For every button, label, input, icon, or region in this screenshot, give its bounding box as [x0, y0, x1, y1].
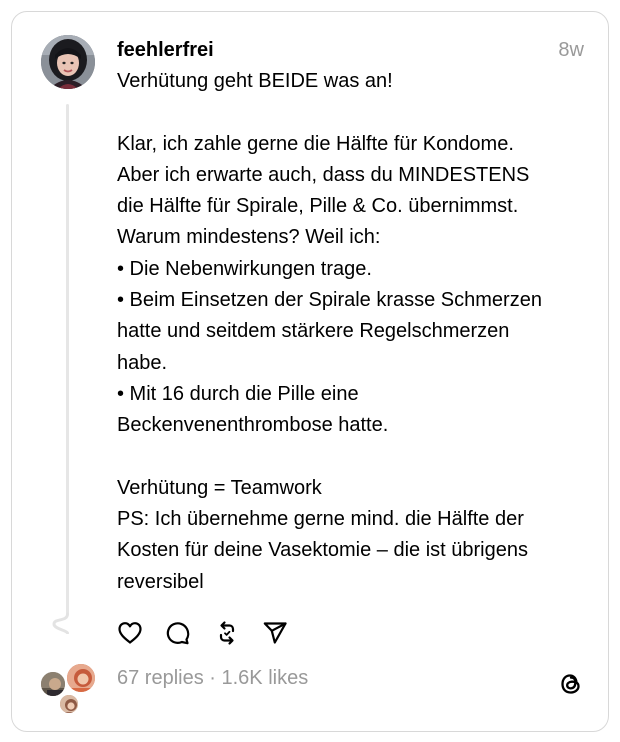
post-stats[interactable]: 67 replies · 1.6K likes — [117, 665, 308, 691]
post-line: Beckenvenenthrombose hatte. — [117, 414, 389, 437]
post-line: Kosten für deine Vasektomie – die ist üb… — [117, 539, 528, 562]
post-line: PS: Ich übernehme gerne mind. die Hälfte… — [117, 508, 524, 531]
post-line: Warum mindestens? Weil ich: — [117, 226, 381, 249]
post-line: • Mit 16 durch die Pille eine — [117, 382, 359, 405]
thread-loop-icon — [52, 612, 69, 634]
threads-logo-icon[interactable] — [557, 670, 585, 698]
post-line: die Hälfte für Spirale, Pille & Co. über… — [117, 195, 519, 218]
thread-line — [66, 104, 69, 614]
comment-icon[interactable] — [165, 620, 191, 646]
post-line: Klar, ich zahle gerne die Hälfte für Kon… — [117, 132, 514, 155]
post-line: habe. — [117, 351, 168, 374]
post-line: Verhütung = Teamwork — [117, 476, 322, 499]
post-line: Aber ich erwarte auch, dass du MINDESTEN… — [117, 163, 530, 186]
author-username[interactable]: feehlerfrei — [117, 38, 214, 62]
post-time[interactable]: 8w — [558, 38, 584, 62]
post-line-blank — [117, 442, 592, 473]
repost-icon[interactable] — [214, 620, 240, 646]
send-icon[interactable] — [262, 620, 288, 646]
post-line-blank — [117, 97, 592, 128]
replier-avatar — [58, 693, 80, 715]
post-body: Verhütung geht BEIDE was an! Klar, ich z… — [117, 66, 592, 598]
replier-avatar — [65, 662, 97, 694]
post-line: Verhütung geht BEIDE was an! — [117, 70, 393, 92]
post-line: • Beim Einsetzen der Spirale krasse Schm… — [117, 289, 542, 312]
post-line: • Die Nebenwirkungen trage. — [117, 257, 372, 280]
post-line: reversibel — [117, 570, 204, 593]
heart-icon[interactable] — [117, 620, 143, 646]
author-avatar[interactable] — [41, 35, 95, 89]
post-line: hatte und seitdem stärkere Regelschmerze… — [117, 320, 510, 343]
